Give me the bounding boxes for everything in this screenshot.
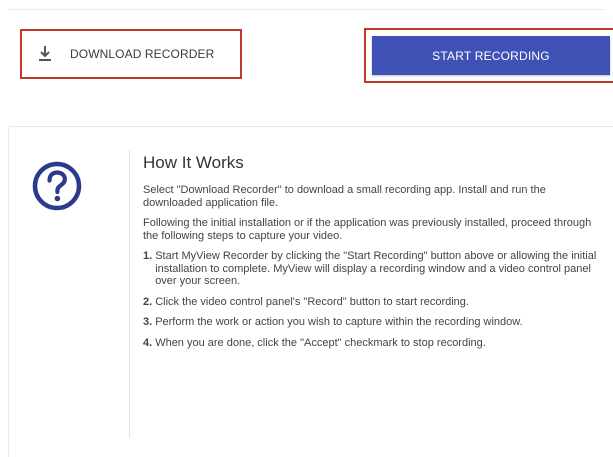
download-icon xyxy=(39,46,51,61)
step-text: Click the video control panel's "Record"… xyxy=(155,295,469,308)
step-item: 1. Start MyView Recorder by clicking the… xyxy=(143,250,603,288)
step-number: 4. xyxy=(143,336,153,349)
download-recorder-button[interactable]: DOWNLOAD RECORDER xyxy=(22,31,240,77)
step-item: 3. Perform the work or action you wish t… xyxy=(143,316,603,329)
card-divider xyxy=(129,150,130,438)
top-divider xyxy=(8,9,605,10)
intro-paragraph: Select "Download Recorder" to download a… xyxy=(143,184,546,209)
question-circle-icon xyxy=(32,161,82,211)
steps-intro-paragraph: Following the initial installation or if… xyxy=(143,217,592,242)
step-number: 2. xyxy=(143,295,153,308)
start-recording-button[interactable]: START RECORDING xyxy=(372,36,610,75)
step-text: Start MyView Recorder by clicking the "S… xyxy=(155,250,597,287)
how-it-works-title: How It Works xyxy=(143,153,244,172)
how-it-works-content: How It Works Select "Download Recorder" … xyxy=(143,152,603,357)
recorder-page: DOWNLOAD RECORDER START RECORDING How It… xyxy=(0,0,613,457)
step-item: 4. When you are done, click the "Accept"… xyxy=(143,337,603,350)
download-recorder-label: DOWNLOAD RECORDER xyxy=(70,47,215,61)
step-item: 2. Click the video control panel's "Reco… xyxy=(143,296,603,309)
step-text: When you are done, click the "Accept" ch… xyxy=(155,336,486,349)
step-number: 1. xyxy=(143,250,153,262)
step-text: Perform the work or action you wish to c… xyxy=(155,316,523,328)
step-number: 3. xyxy=(143,316,153,328)
start-recording-label: START RECORDING xyxy=(432,48,550,63)
